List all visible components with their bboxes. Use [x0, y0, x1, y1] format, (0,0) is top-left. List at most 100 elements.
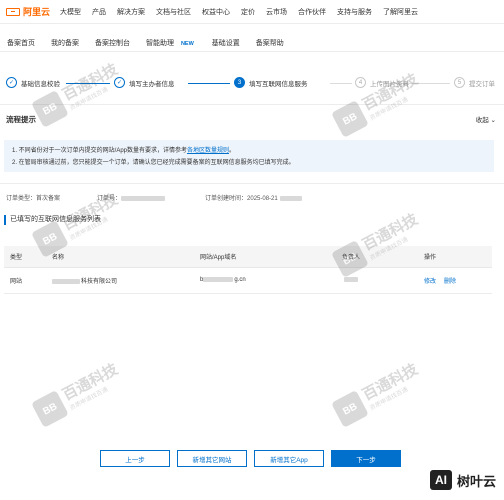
- order-number-label: 订单号：: [97, 196, 122, 202]
- row-owner: [344, 277, 359, 283]
- step-connector: [188, 83, 230, 84]
- chevron-down-icon: ⌄: [490, 117, 496, 124]
- col-domain: 网站/App域名: [200, 255, 237, 261]
- collapse-label: 收起: [475, 117, 489, 124]
- corner-brand-text: 树叶云: [456, 473, 496, 489]
- table-row: 网站 科技有限公司 b g.cn 修改 删除: [4, 268, 492, 294]
- col-actions: 操作: [424, 255, 437, 261]
- subnav-assistant[interactable]: 智能助理 NEW: [146, 38, 196, 48]
- add-app-button[interactable]: 新增其它App: [254, 450, 324, 467]
- watermark-text: 百通科技: [59, 360, 121, 404]
- watermark: BB 百通科技 资质申请找百通: [26, 332, 164, 437]
- step-submit-order: 5 提交订单: [454, 77, 495, 88]
- prev-step-button[interactable]: 上一步: [100, 450, 170, 467]
- watermark-text: 百通科技: [359, 360, 421, 404]
- step-internet-service: 3 填写互联网信息服务: [234, 77, 308, 88]
- step-number: 4: [355, 77, 366, 88]
- check-icon: ✓: [114, 77, 125, 88]
- progress-steps: ✓ 基础信息校验 ✓ 填写主办者信息 3 填写互联网信息服务 4 上传图片资料 …: [0, 72, 504, 94]
- process-tip-box: 1. 不同省份对于一次订单内提交的网站/App数量有要求，详情参考各地区数量规则…: [4, 140, 494, 172]
- assistant-label: 智能助理: [146, 39, 174, 47]
- ai-logo: AI: [429, 470, 452, 490]
- watermark-sub: 资质申请找百通: [68, 386, 109, 412]
- tip-line-1-text: 1. 不同省份对于一次订单内提交的网站/App数量有要求，详情参考: [12, 148, 188, 154]
- nav-item-solutions[interactable]: 解决方案: [117, 7, 145, 17]
- subnav-basic-settings[interactable]: 基础设置: [212, 38, 240, 48]
- delete-link[interactable]: 删除: [444, 279, 456, 285]
- add-website-button[interactable]: 新增其它网站: [177, 450, 247, 467]
- row-type: 网站: [10, 279, 23, 285]
- nav-item-about[interactable]: 了解阿里云: [383, 7, 418, 17]
- row-name-suffix: 科技有限公司: [81, 279, 118, 285]
- subnav-my-icp[interactable]: 我的备案: [51, 38, 79, 48]
- watermark-logo: BB: [331, 390, 369, 428]
- watermark-logo: BB: [31, 90, 69, 128]
- redacted-name: [52, 278, 80, 284]
- icp-subnav: 备案首页 我的备案 备案控制台 智能助理 NEW 基础设置 备案帮助: [0, 34, 504, 52]
- col-owner: 负责人: [342, 255, 361, 261]
- step-label: 填写互联网信息服务: [249, 80, 308, 88]
- watermark-logo: BB: [31, 390, 69, 428]
- order-time-value: 2025-08-21: [247, 196, 278, 202]
- nav-item-support[interactable]: 支持与服务: [337, 7, 372, 17]
- process-tip-title: 流程提示: [6, 115, 36, 124]
- col-name: 名称: [52, 255, 65, 261]
- tip-line-2: 2. 在管局审核通过前，您只能提交一个订单，请确认您已经完成需要备案的互联网信息…: [12, 160, 295, 166]
- watermark: BB 百通科技 资质申请找百通: [326, 332, 464, 437]
- step-label: 填写主办者信息: [129, 80, 175, 88]
- step-label: 基础信息校验: [21, 80, 60, 88]
- service-list-title: 已填写的互联网信息服务列表: [4, 215, 101, 225]
- collapse-toggle[interactable]: 收起 ⌄: [476, 114, 496, 124]
- order-time-label: 订单创建时间：: [205, 196, 248, 202]
- step-number: 3: [234, 77, 245, 88]
- row-name: 科技有限公司: [52, 276, 117, 285]
- brand-name: 阿里云: [23, 7, 51, 17]
- subnav-icp-console[interactable]: 备案控制台: [95, 38, 130, 48]
- step-sponsor-info: ✓ 填写主办者信息: [114, 77, 175, 88]
- new-badge: NEW: [180, 40, 194, 47]
- nav-item-partners[interactable]: 合作伙伴: [298, 7, 326, 17]
- aliyun-logo-icon: [6, 7, 20, 16]
- col-type: 类型: [10, 255, 23, 261]
- nav-item-models[interactable]: 大模型: [60, 7, 81, 17]
- redacted-owner: [344, 277, 358, 283]
- nav-item-docs[interactable]: 文档与社区: [156, 7, 191, 17]
- step-connector: [66, 83, 110, 84]
- order-number: 订单号：: [97, 193, 166, 202]
- check-icon: ✓: [6, 77, 17, 88]
- redacted-order-number: [121, 195, 166, 201]
- next-step-button[interactable]: 下一步: [331, 450, 401, 467]
- nav-item-market[interactable]: 云市场: [266, 7, 287, 17]
- redacted-time: [279, 195, 302, 201]
- step-connector: [330, 83, 352, 84]
- brand-logo[interactable]: 阿里云: [6, 5, 50, 18]
- edit-link[interactable]: 修改: [424, 279, 436, 285]
- divider: [0, 104, 504, 105]
- order-type-label: 订单类型：: [6, 196, 37, 202]
- tip-line-1-end: 。: [229, 148, 236, 154]
- top-nav: 阿里云 大模型 产品 解决方案 文档与社区 权益中心 定价 云市场 合作伙伴 支…: [0, 0, 504, 24]
- step-label: 提交订单: [469, 80, 495, 88]
- watermark-sub: 资质申请找百通: [368, 386, 409, 412]
- step-label: 上传图片资料: [370, 80, 409, 88]
- service-table: 类型 名称 网站/App域名 负责人 操作 网站 科技有限公司 b g.cn 修改…: [4, 246, 492, 294]
- step-number: 5: [454, 77, 465, 88]
- row-domain-suffix: g.cn: [234, 277, 246, 284]
- nav-item-products[interactable]: 产品: [92, 7, 106, 17]
- watermark: BB 百通科技 资质申请找百通: [326, 42, 464, 147]
- region-rules-link[interactable]: 各地区数量规则: [187, 148, 229, 154]
- subnav-icp-home[interactable]: 备案首页: [7, 38, 35, 48]
- order-type: 订单类型：首次备案: [6, 193, 60, 202]
- row-actions: 修改 删除: [424, 276, 464, 285]
- row-domain: b g.cn: [200, 277, 246, 284]
- subnav-icp-help[interactable]: 备案帮助: [256, 38, 284, 48]
- step-basic-check: ✓ 基础信息校验: [6, 77, 60, 88]
- divider: [0, 183, 504, 184]
- corner-brand-badge: AI 树叶云: [425, 468, 500, 492]
- nav-item-benefits[interactable]: 权益中心: [202, 7, 230, 17]
- order-created-time: 订单创建时间：2025-08-21: [205, 193, 303, 202]
- table-header: 类型 名称 网站/App域名 负责人 操作: [4, 246, 492, 268]
- order-type-value: 首次备案: [36, 196, 61, 202]
- nav-item-pricing[interactable]: 定价: [241, 7, 255, 17]
- watermark-logo: BB: [331, 100, 369, 138]
